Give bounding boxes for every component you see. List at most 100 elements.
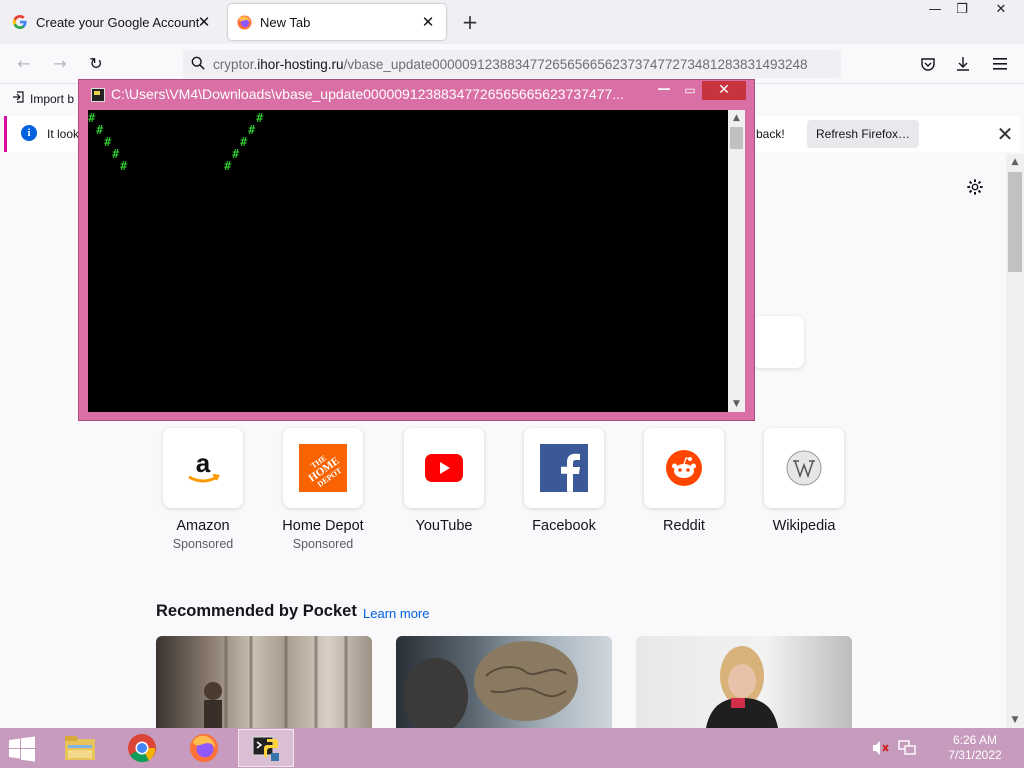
close-icon[interactable]: ✕ [993,122,1017,146]
console-hash: # [256,111,264,125]
pocket-story-card[interactable] [156,636,372,728]
story-image [204,636,348,728]
facebook-icon [524,428,604,508]
firefox-icon [236,14,252,30]
console-hash: # [88,111,96,125]
console-maximize-icon[interactable]: ▭ [679,82,701,100]
amazon-icon: a [163,428,243,508]
site-name: YouTube [415,518,473,534]
menu-icon[interactable] [990,54,1010,74]
file-explorer-icon[interactable] [52,729,108,767]
new-tab-button[interactable]: + [458,10,482,34]
firefox-taskbar-icon[interactable] [176,729,232,767]
youtube-icon [404,428,484,508]
pocket-story-card[interactable] [636,636,852,728]
forward-arrow-icon[interactable]: → [48,52,72,76]
top-site-amazon[interactable]: a Amazon Sponsored [148,428,258,551]
reddit-icon [644,428,724,508]
page-scrollbar[interactable]: ▲ ▼ [1006,154,1024,728]
scroll-up-arrow-icon[interactable]: ▲ [1006,154,1024,170]
windows-start-icon[interactable] [8,736,36,762]
sponsored-label: Sponsored [172,537,234,551]
taskbar: 6:26 AM 7/31/2022 [0,728,1024,768]
gear-icon[interactable] [966,178,986,198]
notification-text-end: back! [756,127,785,141]
refresh-firefox-button[interactable]: Refresh Firefox… [807,120,919,148]
console-close-icon[interactable]: ✕ [702,81,746,100]
console-window-icon [91,88,105,102]
search-icon [191,55,205,74]
download-icon[interactable] [953,54,973,74]
console-hash: # [240,135,248,149]
wikipedia-icon [764,428,844,508]
tab-new-tab[interactable]: New Tab ✕ [228,4,446,40]
url-host: ihor-hosting.ru [257,56,344,72]
network-icon[interactable] [898,740,916,756]
scrollbar-thumb[interactable] [730,127,743,149]
close-tab-icon[interactable]: ✕ [196,14,212,30]
import-bookmarks-button[interactable]: Import b [12,91,74,106]
console-hash: # [112,147,120,161]
tab-label: New Tab [260,14,311,30]
site-name: Reddit [663,518,705,534]
back-arrow-icon[interactable]: ← [12,52,36,76]
tab-label: Create your Google Account [36,14,200,30]
top-site-facebook[interactable]: Facebook [509,428,619,534]
scroll-down-arrow-icon[interactable]: ▼ [1006,712,1024,728]
site-name: Home Depot [282,518,364,534]
scrollbar-thumb[interactable] [1008,172,1022,272]
chrome-icon[interactable] [114,729,170,767]
scroll-up-arrow-icon[interactable]: ▲ [728,110,745,126]
tab-strip: Create your Google Account ✕ New Tab ✕ +… [0,0,1024,44]
console-minimize-icon[interactable]: — [653,82,675,100]
close-tab-icon[interactable]: ✕ [420,14,436,30]
pocket-heading: Recommended by Pocket [156,602,357,620]
console-hash: # [232,147,240,161]
info-icon: i [21,125,37,141]
url-path: /vbase_update000009123883477265656656237… [343,56,808,72]
site-name: Facebook [532,518,596,534]
pocket-story-card[interactable] [396,636,612,728]
top-site-wikipedia[interactable]: Wikipedia [749,428,859,534]
home-depot-icon: THE HOME DEPOT [283,428,363,508]
restore-window-icon[interactable]: ❐ [945,0,979,22]
console-hash: # [96,123,104,137]
navigation-bar: ← → ↻ cryptor.ihor-hosting.ru/vbase_upda… [0,44,1024,84]
clock-time: 6:26 AM [952,733,998,747]
console-window[interactable]: C:\Users\VM4\Downloads\vbase_update00000… [78,79,755,421]
google-icon [12,14,28,30]
console-output: # # # # # # # # # # [88,110,728,412]
console-hash: # [120,159,128,173]
learn-more-link[interactable]: Learn more [363,606,429,621]
sponsored-label: Sponsored [292,537,354,551]
story-image [404,641,578,728]
clock-date: 7/31/2022 [948,748,1002,762]
top-site-home-depot[interactable]: THE HOME DEPOT Home Depot Sponsored [268,428,378,551]
console-hash: # [104,135,112,149]
console-hash: # [224,159,232,173]
console-hash: # [248,123,256,137]
top-site-youtube[interactable]: YouTube [389,428,499,534]
notification-text: It look [47,127,80,141]
import-icon [12,91,24,106]
pocket-icon[interactable] [918,54,938,74]
url-prefix: cryptor. [213,56,258,72]
console-title: C:\Users\VM4\Downloads\vbase_update00000… [111,86,624,102]
scroll-down-arrow-icon[interactable]: ▼ [728,396,745,412]
search-box[interactable] [752,316,804,368]
story-image [706,646,778,728]
url-bar[interactable]: cryptor.ihor-hosting.ru/vbase_update0000… [183,50,841,78]
site-name: Wikipedia [772,518,836,534]
system-clock[interactable]: 6:26 AM 7/31/2022 [940,733,1010,763]
python-console-taskbar-icon[interactable] [238,729,294,767]
reload-icon[interactable]: ↻ [84,52,108,76]
import-label: Import b [30,91,75,106]
console-scrollbar[interactable]: ▲ ▼ [728,110,745,412]
top-site-reddit[interactable]: Reddit [629,428,739,534]
svg-text:a: a [196,448,211,478]
tab-google-account[interactable]: Create your Google Account ✕ [4,4,222,40]
site-name: Amazon [176,518,230,534]
url-text: cryptor.ihor-hosting.ru/vbase_update0000… [213,57,808,72]
close-window-icon[interactable]: ✕ [984,0,1018,22]
volume-muted-icon[interactable] [872,740,890,756]
